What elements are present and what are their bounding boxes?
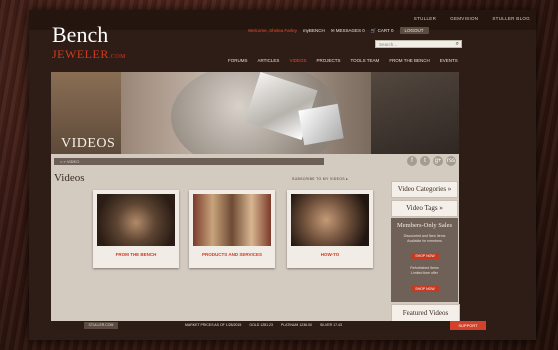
search-input[interactable]: Search... ⌕: [375, 40, 462, 48]
messages-count: 0: [362, 27, 365, 33]
members-only-panel: Members-Only Sales Discounted and New It…: [391, 218, 458, 302]
members-line-1: Discounted and New Items: [403, 234, 446, 238]
video-card-label[interactable]: HOW-TO: [287, 252, 373, 257]
nav-tools-team[interactable]: TOOLS TEAM: [350, 58, 379, 63]
nav-projects[interactable]: PROJECTS: [316, 58, 340, 63]
top-link-stuller[interactable]: STULLER: [414, 16, 436, 21]
video-card-label[interactable]: FROM THE BENCH: [93, 252, 179, 257]
members-line-2: Available for members: [407, 239, 442, 243]
cart-label: CART: [377, 27, 390, 33]
messages-link[interactable]: ✉ MESSAGES 0: [331, 28, 365, 34]
top-link-stuller-blog[interactable]: STULLER BLOG: [492, 16, 530, 21]
welcome-text[interactable]: Welcome, Shelea Farley: [248, 28, 297, 33]
sidebar-tags[interactable]: Video Tags »: [391, 200, 458, 217]
video-thumbnail[interactable]: [193, 194, 271, 246]
gold-price: GOLD 1281.23: [249, 323, 273, 327]
breadcrumb-text[interactable]: ⌂ » VIDEO: [60, 159, 79, 164]
rss-icon[interactable]: rss: [446, 156, 456, 166]
messages-label: MESSAGES: [335, 27, 361, 33]
logo-suffix: .COM: [108, 54, 126, 60]
footer-stuller-link[interactable]: STULLER.COM: [84, 322, 118, 329]
shop-now-button-2[interactable]: SHOP NOW: [411, 286, 439, 292]
search-icon[interactable]: ⌕: [456, 41, 459, 48]
nav-events[interactable]: EVENTS: [440, 58, 458, 63]
page-title: Videos: [54, 172, 85, 184]
silver-price: SILVER 17.43: [319, 323, 342, 327]
video-card-from-the-bench[interactable]: FROM THE BENCH: [93, 190, 179, 268]
market-prices: MARKET PRICES AS OF 1/28/2015 GOLD 1281.…: [185, 323, 342, 327]
nav-from-the-bench[interactable]: FROM THE BENCH: [389, 58, 429, 63]
hero-bg-right: [371, 72, 459, 154]
nav-videos[interactable]: VIDEOS: [289, 58, 306, 63]
twitter-icon[interactable]: t: [420, 156, 430, 166]
cart-count: 0: [391, 27, 394, 33]
hero-title: VIDEOS: [61, 136, 116, 151]
breadcrumb: ⌂ » VIDEO: [54, 158, 324, 165]
subscribe-link[interactable]: SUBSCRIBE TO MY VIDEOS ▸: [292, 177, 348, 181]
user-bar: Welcome, Shelea Farley myBENCH ✉ MESSAGE…: [248, 27, 429, 34]
sidebar-categories[interactable]: Video Categories »: [391, 181, 458, 198]
search-placeholder: Search...: [379, 42, 398, 47]
logo-jeweler-text: JEWELER: [52, 47, 109, 61]
refurb-line-1: Refurbished Items: [410, 266, 439, 270]
top-link-gemvision[interactable]: GEMVISION: [450, 16, 478, 21]
logo-jeweler[interactable]: JEWELER.COM: [52, 47, 126, 62]
logo-bench[interactable]: Bench: [52, 24, 108, 46]
cart-link[interactable]: 🛒 CART 0: [371, 28, 394, 34]
members-only-title: Members-Only Sales: [396, 222, 453, 229]
refurb-line-2: Limited time offer: [411, 271, 438, 275]
video-thumbnail[interactable]: [97, 194, 175, 246]
facebook-icon[interactable]: f: [407, 156, 417, 166]
hero-banner: VIDEOS: [51, 72, 459, 154]
my-bench-link[interactable]: myBENCH: [303, 28, 325, 33]
video-card-products-and-services[interactable]: PRODUCTS AND SERVICES: [189, 190, 275, 268]
logout-button[interactable]: LOGOUT: [399, 27, 429, 34]
video-tags-button[interactable]: Video Tags »: [391, 200, 458, 217]
video-categories-button[interactable]: Video Categories »: [391, 181, 458, 198]
social-icons: f t g+ rss: [407, 156, 456, 166]
support-button[interactable]: SUPPORT: [450, 321, 486, 330]
nav-articles[interactable]: ARTICLES: [258, 58, 280, 63]
nav-forums[interactable]: FORUMS: [228, 58, 248, 63]
video-card-how-to[interactable]: HOW-TO: [287, 190, 373, 268]
video-card-label[interactable]: PRODUCTS AND SERVICES: [189, 252, 275, 257]
main-nav: FORUMS ARTICLES VIDEOS PROJECTS TOOLS TE…: [228, 58, 458, 63]
market-date: MARKET PRICES AS OF 1/28/2015: [185, 323, 242, 327]
google-plus-icon[interactable]: g+: [433, 156, 443, 166]
platinum-price: PLATINUM 1236.00: [280, 323, 312, 327]
shop-now-button[interactable]: SHOP NOW: [411, 253, 439, 259]
top-links: STULLER GEMVISION STULLER BLOG: [414, 16, 530, 21]
video-thumbnail[interactable]: [291, 194, 369, 246]
hero-gem-image-small: [298, 103, 344, 146]
